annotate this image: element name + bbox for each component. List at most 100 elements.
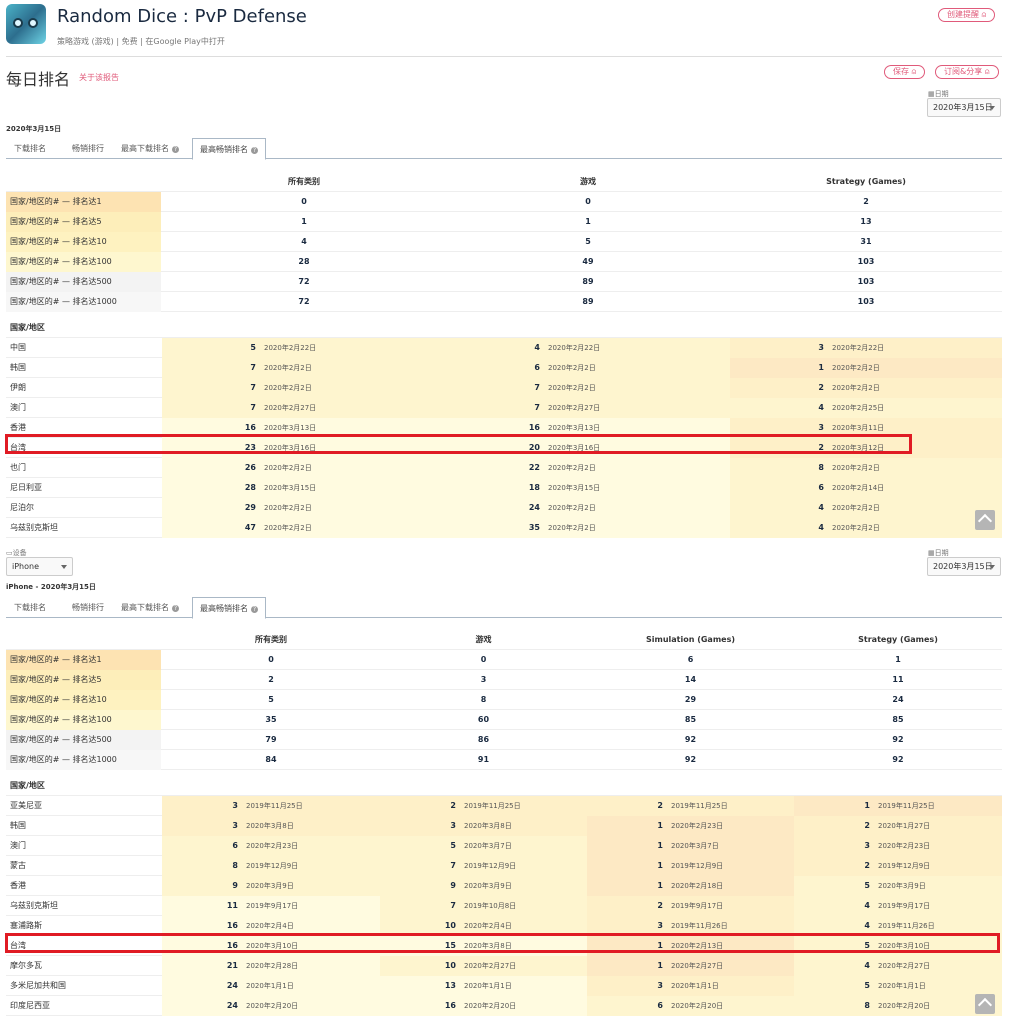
summary-value: 89 [582, 297, 594, 306]
country-name[interactable]: 韩国 [6, 816, 161, 836]
summary-value: 85 [684, 715, 697, 724]
country-name[interactable]: 印度尼西亚 [6, 996, 161, 1016]
country-name[interactable]: 多米尼加共和国 [6, 976, 161, 996]
create-alert-button[interactable]: 创建提醒 ⍝ [938, 8, 996, 22]
summary-label: 国家/地区的# — 排名达10 [6, 232, 161, 252]
tab-1[interactable]: 下载排名 [14, 138, 46, 159]
highlight-box-taiwan-2 [5, 933, 1000, 953]
country-name[interactable]: 澳门 [6, 398, 161, 418]
device-icon: ▭ [6, 549, 13, 557]
rank-value: 8 [818, 463, 824, 472]
rank-date: 2020年2月27日 [464, 962, 517, 970]
rank-date: 2020年2月2日 [832, 464, 880, 472]
tab-1[interactable]: 下载排名 [14, 597, 46, 618]
rank-date: 2020年2月2日 [264, 384, 312, 392]
scroll-to-top-button-2[interactable] [975, 994, 995, 1014]
rank-value: 47 [244, 523, 256, 532]
store-link[interactable]: 在Google Play中打开 [145, 37, 224, 46]
rank-date: 2020年2月2日 [832, 524, 880, 532]
country-name[interactable]: 尼泊尔 [6, 498, 161, 518]
rank-date: 2020年2月22日 [264, 344, 317, 352]
tab-4[interactable]: 最高畅销排名? [192, 597, 266, 619]
calendar-icon: ▦ [928, 549, 935, 557]
rank-date: 2019年12月9日 [464, 862, 517, 870]
country-name[interactable]: 香港 [6, 876, 161, 896]
date-select[interactable]: 2020年3月15日 [927, 98, 1001, 117]
rank-cell: 8 2020年2月20日 [794, 996, 1002, 1016]
country-name[interactable]: 澳门 [6, 836, 161, 856]
rank-cell: 2 2019年12月9日 [794, 856, 1002, 876]
rank-cell: 13 2020年1月1日 [380, 976, 587, 996]
rank-cell: 3 2020年2月22日 [730, 338, 1002, 358]
country-name[interactable]: 尼日利亚 [6, 478, 161, 498]
rank-value: 21 [226, 961, 238, 970]
rank-date: 2020年2月2日 [832, 504, 880, 512]
summary-value: 1 [301, 217, 307, 226]
rank-date: 2019年12月9日 [671, 862, 724, 870]
tab-label: 最高下载排名 [121, 603, 169, 612]
country-name[interactable]: 亚美尼亚 [6, 796, 161, 816]
rank-date: 2020年2月2日 [832, 364, 880, 372]
rank-value: 29 [244, 503, 256, 512]
subscribe-share-button[interactable]: 订阅&分享 ⍝ [935, 65, 999, 79]
rank-value: 26 [244, 463, 256, 472]
summary-row: 国家/地区的# — 排名达100 35 60 85 85 [6, 710, 1002, 730]
summary-value: 91 [477, 755, 490, 764]
about-report-link[interactable]: 关于该报告 [79, 72, 119, 83]
rank-cell: 6 2020年2月23日 [162, 836, 380, 856]
app-price: 免费 [121, 37, 138, 46]
tab-3[interactable]: 最高下载排名? [121, 138, 179, 159]
rank-date: 2020年2月14日 [832, 484, 885, 492]
country-name[interactable]: 也门 [6, 458, 161, 478]
rank-value: 5 [450, 841, 456, 850]
rank-cell: 1 2020年3月7日 [587, 836, 794, 856]
rank-date: 2020年3月8日 [464, 822, 512, 830]
summary-value: 0 [480, 655, 487, 664]
chevron-down-icon [61, 565, 67, 569]
save-button[interactable]: 保存 ⍝ [884, 65, 926, 79]
rank-date: 2020年2月20日 [246, 1002, 299, 1010]
rank-cell: 9 2020年3月9日 [380, 876, 587, 896]
rank-cell: 6 2020年2月14日 [730, 478, 1002, 498]
country-name[interactable]: 乌兹别克斯坦 [6, 518, 161, 538]
tab-2[interactable]: 畅销排行 [72, 597, 104, 618]
tab-3[interactable]: 最高下载排名? [121, 597, 179, 618]
country-name[interactable]: 韩国 [6, 358, 161, 378]
rank-date: 2020年1月1日 [878, 982, 926, 990]
calendar-icon: ▦ [928, 90, 935, 98]
rank-value: 3 [864, 841, 870, 850]
summary-label: 国家/地区的# — 排名达500 [6, 272, 161, 292]
date-select-2[interactable]: 2020年3月15日 [927, 557, 1001, 576]
rank-date: 2020年2月2日 [548, 464, 596, 472]
rank-value: 7 [450, 901, 456, 910]
country-name[interactable]: 蒙古 [6, 856, 161, 876]
rank-cell: 29 2020年2月2日 [162, 498, 446, 518]
rank-cell: 1 2020年2月23日 [587, 816, 794, 836]
app-category-link[interactable]: 策略游戏 (游戏) [57, 37, 114, 46]
rank-cell: 6 2020年2月2日 [446, 358, 730, 378]
rank-value: 4 [818, 523, 824, 532]
country-name[interactable]: 中国 [6, 338, 161, 358]
summary-label: 国家/地区的# — 排名达10 [6, 690, 161, 710]
country-row: 伊朗 7 2020年2月2日 7 2020年2月2日 2 2020年2月2日 [6, 378, 1002, 398]
rank-cell: 7 2019年10月8日 [380, 896, 587, 916]
rank-date: 2020年1月27日 [878, 822, 931, 830]
rank-value: 13 [444, 981, 456, 990]
summary-row: 国家/地区的# — 排名达5 1 1 13 [6, 212, 1002, 232]
device-select[interactable]: iPhone [6, 557, 73, 576]
country-name[interactable]: 乌兹别克斯坦 [6, 896, 161, 916]
rank-cell: 4 2019年9月17日 [794, 896, 1002, 916]
rank-date: 2020年2月20日 [464, 1002, 517, 1010]
summary-value: 92 [684, 735, 697, 744]
summary-row: 国家/地区的# — 排名达100 28 49 103 [6, 252, 1002, 272]
scroll-to-top-button[interactable] [975, 510, 995, 530]
tab-4[interactable]: 最高畅销排名? [192, 138, 266, 160]
rank-date: 2019年12月9日 [246, 862, 299, 870]
rank-cell: 21 2020年2月28日 [162, 956, 380, 976]
rank-value: 7 [250, 363, 256, 372]
country-name[interactable]: 伊朗 [6, 378, 161, 398]
tab-2[interactable]: 畅销排行 [72, 138, 104, 159]
rank-cell: 2 2019年11月25日 [380, 796, 587, 816]
country-name[interactable]: 摩尔多瓦 [6, 956, 161, 976]
summary-label: 国家/地区的# — 排名达100 [6, 252, 161, 272]
